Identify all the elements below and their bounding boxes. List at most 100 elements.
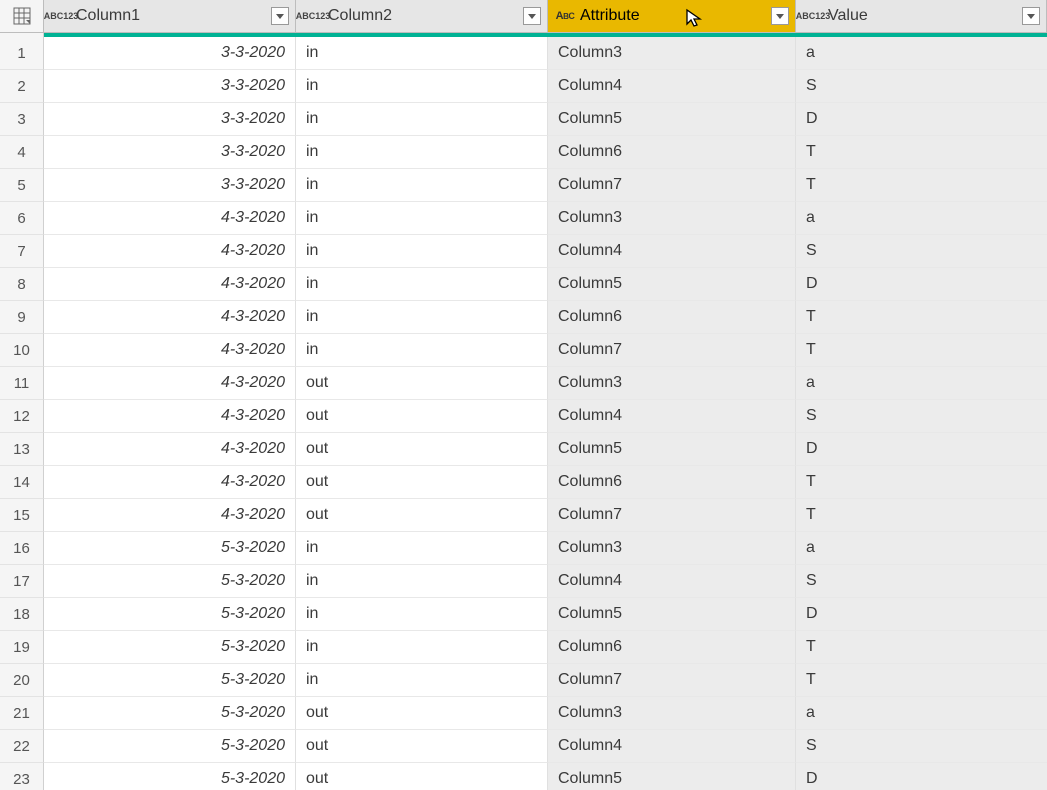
cell[interactable]: in: [296, 37, 548, 70]
cell[interactable]: D: [796, 763, 1047, 790]
cell[interactable]: a: [796, 202, 1047, 235]
table-row[interactable]: 53-3-2020inColumn7T: [0, 169, 1047, 202]
cell[interactable]: Column5: [548, 763, 796, 790]
table-row[interactable]: 74-3-2020inColumn4S: [0, 235, 1047, 268]
cell[interactable]: in: [296, 598, 548, 631]
cell[interactable]: 4-3-2020: [44, 301, 296, 334]
cell[interactable]: 5-3-2020: [44, 763, 296, 790]
cell[interactable]: 5-3-2020: [44, 598, 296, 631]
row-number[interactable]: 21: [0, 697, 44, 730]
row-number[interactable]: 2: [0, 70, 44, 103]
row-number[interactable]: 3: [0, 103, 44, 136]
cell[interactable]: in: [296, 169, 548, 202]
row-number[interactable]: 19: [0, 631, 44, 664]
filter-dropdown-button[interactable]: [771, 7, 789, 25]
cell[interactable]: D: [796, 103, 1047, 136]
cell[interactable]: D: [796, 598, 1047, 631]
table-row[interactable]: 104-3-2020inColumn7T: [0, 334, 1047, 367]
table-row[interactable]: 33-3-2020inColumn5D: [0, 103, 1047, 136]
row-number[interactable]: 7: [0, 235, 44, 268]
table-row[interactable]: 215-3-2020outColumn3a: [0, 697, 1047, 730]
cell[interactable]: Column3: [548, 367, 796, 400]
row-number[interactable]: 18: [0, 598, 44, 631]
table-row[interactable]: 43-3-2020inColumn6T: [0, 136, 1047, 169]
cell[interactable]: 5-3-2020: [44, 532, 296, 565]
table-row[interactable]: 13-3-2020inColumn3a: [0, 37, 1047, 70]
cell[interactable]: T: [796, 169, 1047, 202]
row-number[interactable]: 23: [0, 763, 44, 790]
cell[interactable]: 5-3-2020: [44, 697, 296, 730]
cell[interactable]: Column5: [548, 433, 796, 466]
row-number[interactable]: 11: [0, 367, 44, 400]
cell[interactable]: 4-3-2020: [44, 235, 296, 268]
table-row[interactable]: 175-3-2020inColumn4S: [0, 565, 1047, 598]
cell[interactable]: S: [796, 565, 1047, 598]
cell[interactable]: 4-3-2020: [44, 499, 296, 532]
cell[interactable]: 4-3-2020: [44, 268, 296, 301]
row-number[interactable]: 15: [0, 499, 44, 532]
cell[interactable]: Column4: [548, 565, 796, 598]
filter-dropdown-button[interactable]: [523, 7, 541, 25]
row-number[interactable]: 10: [0, 334, 44, 367]
cell[interactable]: S: [796, 235, 1047, 268]
table-row[interactable]: 114-3-2020outColumn3a: [0, 367, 1047, 400]
cell[interactable]: 3-3-2020: [44, 169, 296, 202]
cell[interactable]: T: [796, 499, 1047, 532]
table-row[interactable]: 134-3-2020outColumn5D: [0, 433, 1047, 466]
row-number[interactable]: 6: [0, 202, 44, 235]
table-row[interactable]: 235-3-2020outColumn5D: [0, 763, 1047, 790]
cell[interactable]: out: [296, 367, 548, 400]
row-number[interactable]: 17: [0, 565, 44, 598]
column-header-value[interactable]: ABC123 Value: [796, 0, 1047, 33]
cell[interactable]: 5-3-2020: [44, 631, 296, 664]
cell[interactable]: T: [796, 334, 1047, 367]
cell[interactable]: Column7: [548, 664, 796, 697]
cell[interactable]: 5-3-2020: [44, 664, 296, 697]
row-number[interactable]: 16: [0, 532, 44, 565]
cell[interactable]: in: [296, 664, 548, 697]
table-row[interactable]: 94-3-2020inColumn6T: [0, 301, 1047, 334]
row-number[interactable]: 13: [0, 433, 44, 466]
cell[interactable]: 3-3-2020: [44, 103, 296, 136]
cell[interactable]: out: [296, 730, 548, 763]
table-row[interactable]: 165-3-2020inColumn3a: [0, 532, 1047, 565]
cell[interactable]: Column5: [548, 268, 796, 301]
cell[interactable]: T: [796, 631, 1047, 664]
table-row[interactable]: 84-3-2020inColumn5D: [0, 268, 1047, 301]
cell[interactable]: 4-3-2020: [44, 400, 296, 433]
table-row[interactable]: 195-3-2020inColumn6T: [0, 631, 1047, 664]
cell[interactable]: Column7: [548, 499, 796, 532]
cell[interactable]: a: [796, 697, 1047, 730]
cell[interactable]: 3-3-2020: [44, 37, 296, 70]
cell[interactable]: in: [296, 565, 548, 598]
filter-dropdown-button[interactable]: [1022, 7, 1040, 25]
cell[interactable]: in: [296, 70, 548, 103]
cell[interactable]: in: [296, 103, 548, 136]
row-number[interactable]: 14: [0, 466, 44, 499]
cell[interactable]: S: [796, 400, 1047, 433]
cell[interactable]: T: [796, 136, 1047, 169]
cell[interactable]: out: [296, 433, 548, 466]
cell[interactable]: in: [296, 631, 548, 664]
cell[interactable]: 4-3-2020: [44, 367, 296, 400]
cell[interactable]: Column7: [548, 334, 796, 367]
cell[interactable]: 5-3-2020: [44, 565, 296, 598]
table-row[interactable]: 144-3-2020outColumn6T: [0, 466, 1047, 499]
cell[interactable]: 3-3-2020: [44, 70, 296, 103]
table-row[interactable]: 154-3-2020outColumn7T: [0, 499, 1047, 532]
cell[interactable]: T: [796, 664, 1047, 697]
cell[interactable]: out: [296, 499, 548, 532]
cell[interactable]: 4-3-2020: [44, 202, 296, 235]
cell[interactable]: 3-3-2020: [44, 136, 296, 169]
table-row[interactable]: 64-3-2020inColumn3a: [0, 202, 1047, 235]
cell[interactable]: in: [296, 301, 548, 334]
cell[interactable]: in: [296, 268, 548, 301]
select-all-corner[interactable]: [0, 0, 44, 33]
cell[interactable]: Column4: [548, 730, 796, 763]
row-number[interactable]: 22: [0, 730, 44, 763]
row-number[interactable]: 9: [0, 301, 44, 334]
cell[interactable]: Column6: [548, 631, 796, 664]
cell[interactable]: out: [296, 400, 548, 433]
row-number[interactable]: 5: [0, 169, 44, 202]
cell[interactable]: Column7: [548, 169, 796, 202]
